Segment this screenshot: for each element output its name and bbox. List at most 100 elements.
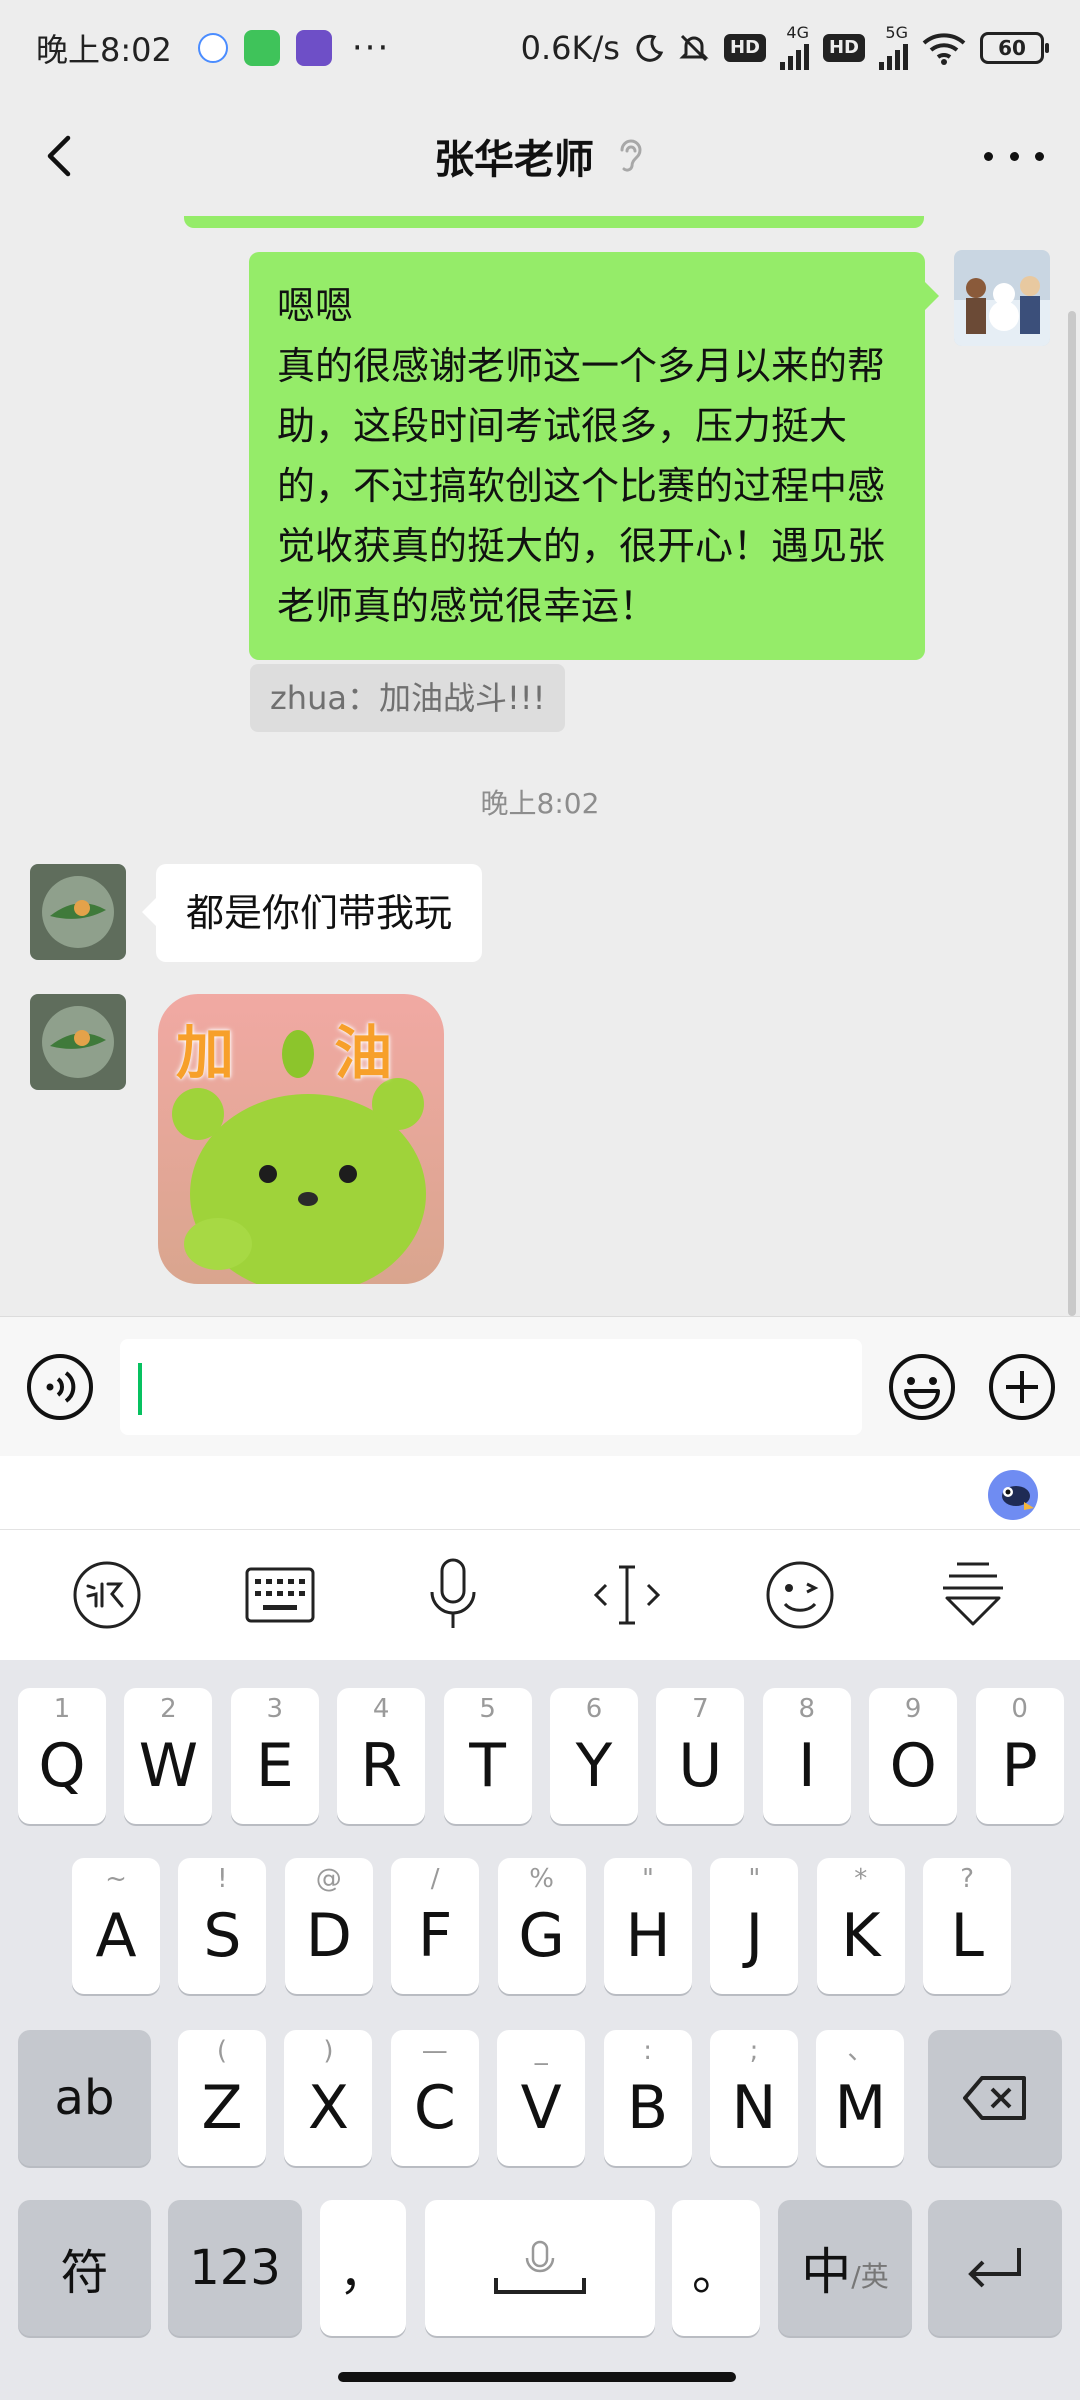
ear-icon — [620, 139, 642, 172]
hide-keyboard-button[interactable] — [933, 1555, 1013, 1635]
key-secondary-label: 6 — [585, 1694, 603, 1724]
key-secondary-label: _ — [534, 2036, 548, 2066]
key-e[interactable]: 3E — [230, 1688, 319, 1824]
dot-icon — [1009, 151, 1019, 161]
chat-scrollbar[interactable] — [1068, 311, 1076, 1316]
key-x[interactable]: ) X — [284, 2030, 373, 2166]
ime-toolbar — [0, 1530, 1080, 1660]
key-label: W — [138, 1731, 199, 1801]
key-label: H — [625, 1901, 671, 1971]
space-key[interactable] — [425, 2200, 655, 2336]
keyboard-switch-button[interactable] — [240, 1555, 320, 1635]
message-text-input[interactable] — [120, 1339, 862, 1435]
key-label: T — [469, 1731, 506, 1801]
symbol-key[interactable]: 符 — [18, 2200, 151, 2336]
key-secondary-label: ? — [960, 1864, 975, 1894]
key-b[interactable]: :B — [603, 2030, 692, 2166]
key-k[interactable]: * K — [816, 1858, 905, 1994]
key-label: S — [203, 1901, 242, 1971]
wifi-icon — [922, 33, 966, 65]
key-label: X — [307, 2073, 349, 2143]
key-z[interactable]: (Z — [178, 2030, 266, 2166]
key-i[interactable]: 8I — [762, 1688, 851, 1824]
voice-input-icon[interactable] — [26, 1353, 94, 1421]
key-secondary-label: — — [421, 2036, 448, 2066]
my-avatar[interactable] — [954, 250, 1050, 346]
ime-logo-icon — [73, 1561, 141, 1629]
key-w[interactable]: 2W — [124, 1688, 213, 1824]
key-r[interactable]: 4R — [337, 1688, 426, 1824]
plus-icon[interactable] — [988, 1353, 1056, 1421]
received-message-bubble[interactable]: 都是你们带我玩 — [141, 864, 483, 962]
key-l[interactable]: ? L — [923, 1858, 1012, 1994]
key-secondary-label: 3 — [266, 1694, 284, 1724]
key-u[interactable]: 7U — [656, 1688, 745, 1824]
key-secondary-label: / — [430, 1864, 440, 1894]
sent-message-bubble[interactable]: 嗯嗯 真的很感谢老师这一个多月以来的帮助，这段时间考试很多，压力挺大的，不过搞软… — [249, 252, 939, 660]
language-switch-key[interactable]: 中/英 — [778, 2200, 912, 2336]
quoted-message[interactable]: zhua：加油战斗!!! — [250, 664, 566, 732]
more-options-button[interactable] — [984, 132, 1044, 180]
key-j[interactable]: " J — [710, 1858, 799, 1994]
key-label: V — [520, 2073, 562, 2143]
shift-key[interactable]: ab — [18, 2030, 151, 2166]
key-g[interactable]: % G — [497, 1858, 586, 1994]
key-y[interactable]: 6Y — [550, 1688, 638, 1824]
sticker-message[interactable]: 加 油 — [158, 994, 444, 1284]
key-a[interactable]: ~ A — [72, 1858, 160, 1994]
voice-typing-button[interactable] — [413, 1555, 493, 1635]
key-label: P — [1001, 1731, 1038, 1801]
avatar-image — [30, 864, 126, 960]
moon-icon — [636, 34, 664, 62]
ime-mascot-icon[interactable] — [986, 1468, 1040, 1522]
key-secondary-label: 4 — [372, 1694, 390, 1724]
key-secondary-label: 2 — [160, 1694, 177, 1724]
key-d[interactable]: @ D — [284, 1858, 373, 1994]
emoji-icon[interactable] — [888, 1353, 956, 1421]
comma-key[interactable]: ， — [320, 2200, 406, 2336]
home-indicator[interactable] — [338, 2372, 736, 2382]
backspace-key[interactable] — [928, 2030, 1062, 2166]
key-label: C — [413, 2073, 456, 2143]
status-time: 晚上8:02 — [36, 31, 172, 69]
period-key[interactable]: 。 — [672, 2200, 760, 2336]
key-secondary-label: " — [642, 1864, 654, 1894]
key-label: Q — [38, 1731, 86, 1801]
key-label: R — [360, 1731, 403, 1801]
ime-suggestion-bar — [0, 1456, 1080, 1530]
key-c[interactable]: — C — [390, 2030, 479, 2166]
key-secondary-label: ( — [216, 2036, 228, 2066]
key-f[interactable]: / F — [391, 1858, 480, 1994]
net-speed: 0.6K/s — [520, 29, 620, 67]
ime-logo-button[interactable] — [67, 1555, 147, 1635]
key-t[interactable]: 5T — [443, 1688, 532, 1824]
key-o[interactable]: 9O — [869, 1688, 958, 1824]
key-n[interactable]: ; N — [710, 2030, 798, 2166]
key-label: Y — [575, 1731, 613, 1801]
key-p[interactable]: 0P — [975, 1688, 1064, 1824]
key-v[interactable]: _ V — [497, 2030, 586, 2166]
enter-icon — [968, 2248, 1021, 2288]
wink-emoji-icon — [766, 1561, 834, 1629]
contact-avatar[interactable] — [30, 864, 126, 960]
key-label: J — [745, 1901, 764, 1971]
previous-message-bubble[interactable] — [184, 216, 924, 228]
back-chevron-icon[interactable] — [32, 126, 92, 186]
key-m[interactable]: 、 M — [816, 2030, 905, 2166]
key-label: M — [834, 2073, 887, 2143]
message-list[interactable]: 嗯嗯 真的很感谢老师这一个多月以来的帮助，这段时间考试很多，压力挺大的，不过搞软… — [0, 216, 1080, 1316]
enter-key[interactable] — [928, 2200, 1062, 2336]
key-secondary-label: " — [748, 1864, 761, 1894]
key-secondary-label: ; — [749, 2036, 759, 2066]
key-s[interactable]: ! S — [178, 1858, 267, 1994]
backspace-icon — [963, 2076, 1026, 2120]
cursor-move-button[interactable] — [587, 1555, 667, 1635]
key-h[interactable]: " H — [604, 1858, 692, 1994]
emoji-panel-button[interactable] — [760, 1555, 840, 1635]
key-q[interactable]: 1Q — [18, 1688, 106, 1824]
battery-indicator: 60 — [980, 32, 1049, 64]
contact-avatar[interactable] — [30, 994, 126, 1090]
dot-icon — [1035, 151, 1044, 161]
more-notifications-icon: ··· — [351, 28, 391, 68]
number-key[interactable]: 123 — [168, 2200, 302, 2336]
